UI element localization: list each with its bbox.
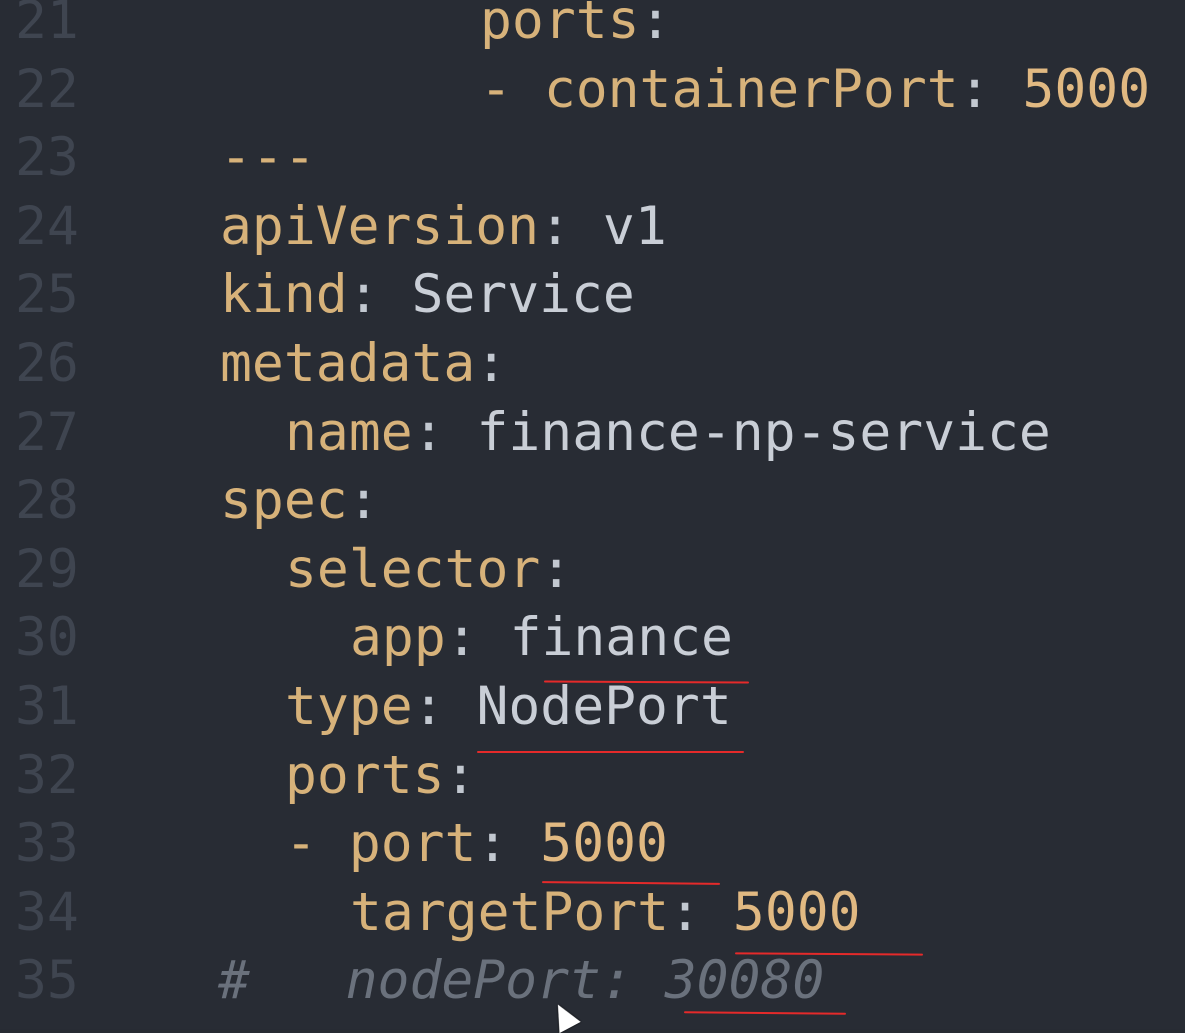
code-text: selector:	[285, 536, 572, 604]
code-text: ---	[220, 124, 316, 192]
code-text: type: NodePort	[285, 673, 732, 741]
code-token-key: name	[285, 401, 413, 463]
line-number: 21	[15, 0, 79, 51]
code-token-key: app	[350, 607, 446, 669]
code-token-dash: ---	[220, 127, 316, 189]
code-token-punc: :	[669, 881, 733, 943]
code-text: # nodePort: 30080	[218, 947, 824, 1015]
code-token-str: finance	[509, 607, 733, 669]
code-token-key: metadata	[220, 333, 476, 394]
code-token-num: 5000	[540, 813, 668, 875]
line-number: 31	[15, 676, 79, 737]
code-line[interactable]: 30 app: finance	[0, 604, 1185, 672]
line-number: 33	[15, 813, 79, 875]
code-token-num: 5000	[1022, 58, 1151, 120]
code-text: - port: 5000	[285, 810, 668, 878]
line-number: 34	[15, 881, 79, 943]
code-line[interactable]: 33 - port: 5000	[0, 810, 1185, 878]
code-token-punc: :	[476, 813, 541, 875]
code-line[interactable]: 31 type: NodePort	[0, 673, 1185, 741]
code-token-punc: :	[639, 0, 672, 51]
code-text: - containerPort: 5000	[480, 56, 1150, 124]
line-number: 32	[15, 744, 79, 806]
code-text: targetPort: 5000	[350, 879, 861, 947]
code-line[interactable]: 35 # nodePort: 30080	[0, 947, 1185, 1015]
code-line[interactable]: 27 name: finance-np-service	[0, 399, 1185, 467]
code-line[interactable]: 26 metadata:	[0, 330, 1185, 398]
code-line[interactable]: 24 apiVersion: v1	[0, 193, 1185, 261]
line-number: 29	[15, 538, 79, 600]
code-text: ports:	[285, 742, 476, 810]
code-line[interactable]: 25 kind: Service	[0, 261, 1185, 329]
code-token-key: targetPort	[350, 881, 670, 943]
code-token-num: 5000	[732, 881, 861, 943]
code-token-punc: :	[347, 264, 412, 326]
code-token-dash: -	[480, 58, 544, 120]
code-token-punc: :	[412, 401, 477, 463]
line-number: 23	[15, 127, 79, 189]
code-token-str: Service	[411, 264, 635, 326]
code-text: ports:	[480, 0, 671, 55]
code-token-key: ports	[285, 744, 445, 806]
code-line[interactable]: 34 targetPort: 5000	[0, 879, 1185, 947]
code-line[interactable]: 21 ports:	[0, 0, 1185, 55]
code-text: spec:	[220, 467, 380, 535]
code-token-dash: -	[285, 813, 349, 875]
line-number: 25	[15, 264, 79, 326]
line-number: 22	[15, 58, 79, 120]
code-token-key: containerPort	[543, 58, 959, 120]
code-token-key: selector	[285, 538, 541, 600]
line-number: 26	[15, 333, 79, 394]
code-token-str: v1	[602, 195, 667, 257]
code-token-str: NodePort	[476, 676, 732, 737]
code-line[interactable]: 28 spec:	[0, 467, 1185, 535]
line-number: 24	[15, 195, 79, 257]
code-line[interactable]: 22 - containerPort: 5000	[0, 56, 1185, 124]
code-text: apiVersion: v1	[220, 193, 667, 261]
code-token-key: apiVersion	[220, 195, 540, 257]
code-text: metadata:	[220, 330, 507, 398]
code-token-punc: :	[412, 676, 477, 737]
line-number: 27	[15, 401, 79, 463]
code-token-punc: :	[539, 195, 603, 257]
line-number: 28	[15, 470, 79, 532]
code-token-key: spec	[220, 470, 348, 532]
code-token-punc: :	[444, 744, 477, 806]
code-token-comment: # nodePort: 30080	[218, 950, 825, 1012]
line-number: 35	[15, 950, 79, 1012]
code-token-str: finance-np-service	[476, 401, 1051, 463]
code-token-punc: :	[540, 538, 573, 600]
code-token-key: kind	[220, 264, 348, 326]
code-editor[interactable]: 21 ports: 22 - containerPort: 5000 23 --- 24 ap…	[0, 0, 1185, 1029]
code-token-punc: :	[347, 470, 380, 532]
code-line[interactable]: 23 ---	[0, 124, 1185, 192]
code-text: kind: Service	[220, 261, 635, 329]
code-text: app: finance	[350, 604, 733, 672]
line-number: 30	[15, 607, 79, 669]
code-token-key: port	[348, 813, 477, 875]
code-token-key: ports	[480, 0, 640, 51]
code-token-punc: :	[445, 607, 510, 669]
code-token-punc: :	[958, 58, 1023, 120]
red-underline-nodeport	[477, 751, 744, 753]
code-token-punc: :	[475, 333, 508, 394]
code-token-key: type	[285, 676, 413, 737]
code-text: name: finance-np-service	[285, 399, 1051, 467]
code-line[interactable]: 29 selector:	[0, 536, 1185, 604]
